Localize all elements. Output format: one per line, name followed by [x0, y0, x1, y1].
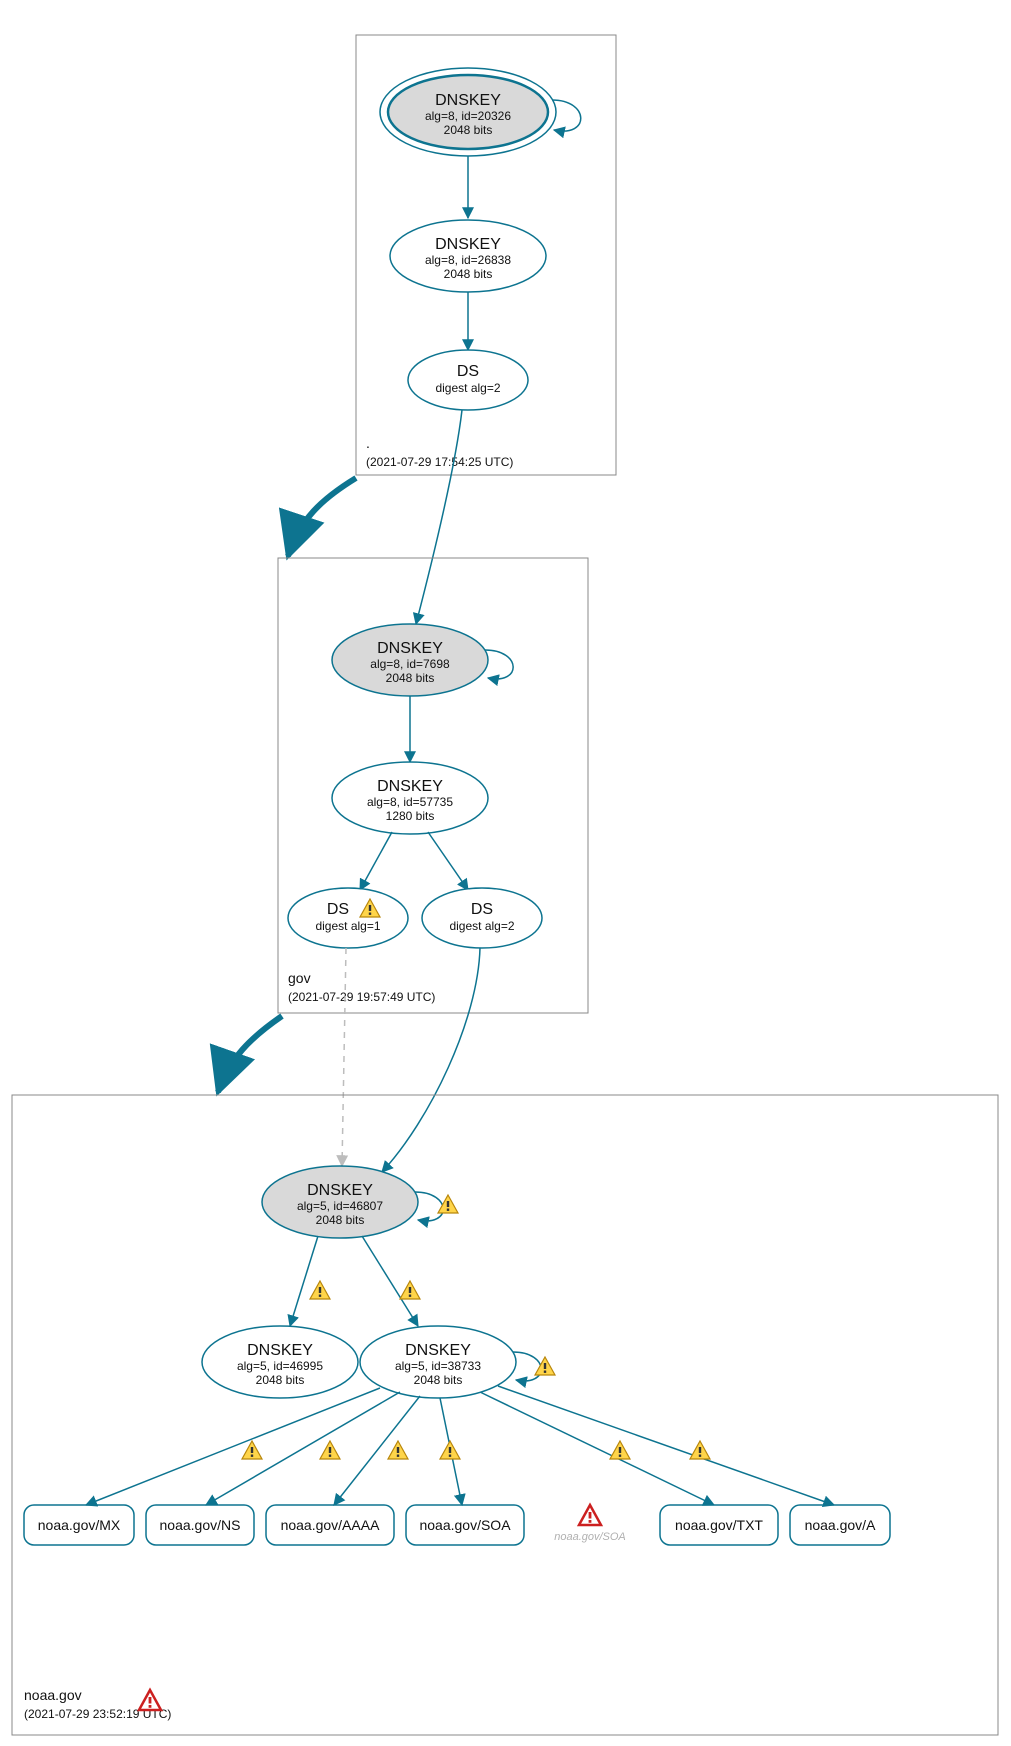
warning-icon — [310, 1281, 330, 1299]
svg-text:noaa.gov/MX: noaa.gov/MX — [38, 1517, 121, 1533]
warning-icon — [320, 1441, 340, 1459]
warning-icon — [400, 1281, 420, 1299]
edge-zsk2-aaaa — [334, 1396, 420, 1505]
warning-icon — [440, 1441, 460, 1459]
svg-text:2048 bits: 2048 bits — [256, 1373, 305, 1387]
node-noaa-ksk[interactable]: DNSKEY alg=5, id=46807 2048 bits — [262, 1166, 418, 1238]
edge-govds1-noaaksk — [342, 948, 346, 1166]
warning-icon — [535, 1357, 555, 1375]
svg-text:DNSKEY: DNSKEY — [377, 778, 443, 795]
zone-label-gov: gov — [288, 970, 311, 986]
rrset-a[interactable]: noaa.gov/A — [790, 1505, 890, 1545]
error-icon — [139, 1690, 161, 1710]
node-noaa-zsk1[interactable]: DNSKEY alg=5, id=46995 2048 bits — [202, 1326, 358, 1398]
svg-text:digest alg=2: digest alg=2 — [449, 919, 514, 933]
edge-govzsk-ds2 — [428, 832, 468, 890]
svg-text:DS: DS — [457, 363, 479, 380]
zone-timestamp-root: (2021-07-29 17:54:25 UTC) — [366, 455, 513, 469]
svg-text:digest alg=1: digest alg=1 — [315, 919, 380, 933]
svg-text:noaa.gov/SOA: noaa.gov/SOA — [419, 1517, 511, 1533]
svg-text:alg=5, id=46995: alg=5, id=46995 — [237, 1359, 323, 1373]
node-gov-zsk[interactable]: DNSKEY alg=8, id=57735 1280 bits — [332, 762, 488, 834]
delegation-root-to-gov — [288, 478, 356, 556]
node-gov-ds2[interactable]: DS digest alg=2 — [422, 888, 542, 948]
node-gov-ds1[interactable]: DS digest alg=1 — [288, 888, 408, 948]
svg-text:alg=5, id=46807: alg=5, id=46807 — [297, 1199, 383, 1213]
edge-govzsk-ds1 — [360, 832, 392, 890]
edge-govds2-noaaksk — [382, 948, 480, 1172]
svg-text:DNSKEY: DNSKEY — [405, 1342, 471, 1359]
svg-text:noaa.gov/TXT: noaa.gov/TXT — [675, 1517, 763, 1533]
rrset-soa[interactable]: noaa.gov/SOA — [406, 1505, 524, 1545]
edge-zsk2-txt — [480, 1392, 714, 1505]
edge-zsk2-ns — [206, 1392, 400, 1505]
svg-text:DNSKEY: DNSKEY — [247, 1342, 313, 1359]
svg-text:alg=8, id=20326: alg=8, id=20326 — [425, 109, 511, 123]
rrset-txt[interactable]: noaa.gov/TXT — [660, 1505, 778, 1545]
node-noaa-zsk2[interactable]: DNSKEY alg=5, id=38733 2048 bits — [360, 1326, 516, 1398]
svg-text:alg=8, id=7698: alg=8, id=7698 — [370, 657, 450, 671]
zone-label-noaa: noaa.gov — [24, 1687, 82, 1703]
zone-label-root: . — [366, 435, 370, 451]
self-loop-gov-ksk — [485, 650, 513, 679]
self-loop-noaa-zsk2 — [513, 1352, 541, 1381]
edge-zsk2-a — [498, 1386, 834, 1505]
zone-box-noaa — [12, 1095, 998, 1735]
svg-text:DNSKEY: DNSKEY — [435, 236, 501, 253]
zone-timestamp-gov: (2021-07-29 19:57:49 UTC) — [288, 990, 435, 1004]
rrset-aaaa[interactable]: noaa.gov/AAAA — [266, 1505, 394, 1545]
rrset-soa-error[interactable]: noaa.gov/SOA — [554, 1505, 626, 1543]
edge-rootds-govksk — [416, 410, 462, 624]
node-root-ksk[interactable]: DNSKEY alg=8, id=20326 2048 bits — [380, 68, 556, 156]
svg-text:alg=8, id=26838: alg=8, id=26838 — [425, 253, 511, 267]
svg-text:1280 bits: 1280 bits — [386, 809, 435, 823]
node-root-zsk[interactable]: DNSKEY alg=8, id=26838 2048 bits — [390, 220, 546, 292]
delegation-gov-to-noaa — [218, 1016, 282, 1092]
dnssec-graph: . (2021-07-29 17:54:25 UTC) DNSKEY alg=8… — [0, 0, 1011, 1746]
svg-text:DNSKEY: DNSKEY — [307, 1182, 373, 1199]
warning-icon — [610, 1441, 630, 1459]
svg-text:noaa.gov/NS: noaa.gov/NS — [160, 1517, 241, 1533]
svg-text:2048 bits: 2048 bits — [444, 123, 493, 137]
svg-text:noaa.gov/A: noaa.gov/A — [805, 1517, 876, 1533]
error-icon — [579, 1505, 601, 1525]
rrset-ns[interactable]: noaa.gov/NS — [146, 1505, 254, 1545]
svg-text:DS: DS — [327, 901, 349, 918]
self-loop-noaa-ksk — [415, 1192, 443, 1221]
edge-zsk2-mx — [86, 1388, 380, 1505]
node-gov-ksk[interactable]: DNSKEY alg=8, id=7698 2048 bits — [332, 624, 488, 696]
edge-noaaksk-zsk1 — [290, 1236, 318, 1326]
node-root-ds[interactable]: DS digest alg=2 — [408, 350, 528, 410]
warning-icon — [388, 1441, 408, 1459]
svg-text:alg=5, id=38733: alg=5, id=38733 — [395, 1359, 481, 1373]
svg-text:2048 bits: 2048 bits — [386, 671, 435, 685]
warning-icon — [438, 1195, 458, 1213]
svg-text:DS: DS — [471, 901, 493, 918]
svg-text:DNSKEY: DNSKEY — [435, 92, 501, 109]
rrset-mx[interactable]: noaa.gov/MX — [24, 1505, 134, 1545]
warning-icon — [242, 1441, 262, 1459]
svg-text:noaa.gov/SOA: noaa.gov/SOA — [554, 1531, 626, 1543]
svg-text:DNSKEY: DNSKEY — [377, 640, 443, 657]
svg-text:digest alg=2: digest alg=2 — [435, 381, 500, 395]
svg-text:2048 bits: 2048 bits — [414, 1373, 463, 1387]
svg-text:2048 bits: 2048 bits — [444, 267, 493, 281]
warning-icon — [690, 1441, 710, 1459]
svg-text:2048 bits: 2048 bits — [316, 1213, 365, 1227]
svg-text:alg=8, id=57735: alg=8, id=57735 — [367, 795, 453, 809]
svg-text:noaa.gov/AAAA: noaa.gov/AAAA — [281, 1517, 381, 1533]
